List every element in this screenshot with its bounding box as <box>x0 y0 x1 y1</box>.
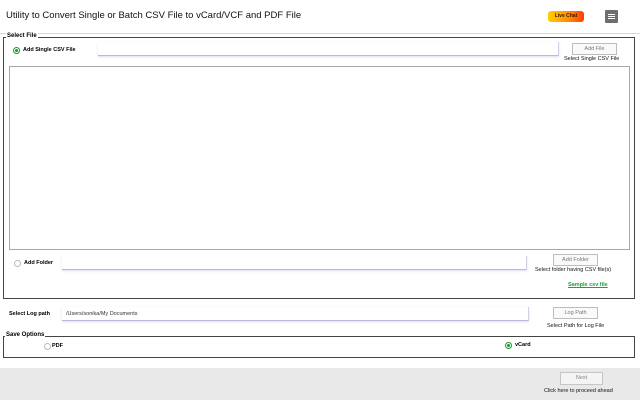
vcard-radio[interactable] <box>505 342 512 349</box>
csv-file-list[interactable] <box>9 66 630 250</box>
add-file-hint: Select Single CSV File <box>564 56 620 62</box>
log-path-button[interactable]: Log Path <box>553 307 598 319</box>
pdf-label: PDF <box>52 343 63 349</box>
log-path-hint: Select Path for Log File <box>547 323 605 329</box>
save-options-legend: Save Options <box>5 332 46 338</box>
single-csv-radio[interactable] <box>13 47 20 54</box>
sample-csv-link[interactable]: Sample csv file <box>568 282 608 288</box>
next-hint: Click here to proceed ahead <box>544 388 613 394</box>
single-csv-label: Add Single CSV File <box>23 47 76 53</box>
add-folder-radio[interactable] <box>14 260 21 267</box>
log-path-label: Select Log path <box>9 311 50 317</box>
vcard-label: vCard <box>515 342 531 348</box>
live-chat-button[interactable]: Live Chat <box>548 11 584 22</box>
log-path-input[interactable] <box>62 307 529 321</box>
folder-path-input[interactable] <box>62 256 527 270</box>
select-file-legend: Select File <box>6 33 38 39</box>
add-folder-hint: Select folder having CSV file(s) <box>535 267 612 273</box>
pdf-radio[interactable] <box>44 343 51 350</box>
hamburger-menu-icon[interactable] <box>605 10 618 23</box>
save-options-group <box>3 336 635 358</box>
app-title: Utility to Convert Single or Batch CSV F… <box>6 10 302 21</box>
single-csv-path-input[interactable] <box>98 42 559 56</box>
add-folder-button[interactable]: Add Folder <box>553 254 598 266</box>
add-folder-label: Add Folder <box>24 260 54 266</box>
footer-bar <box>0 368 640 400</box>
add-file-button[interactable]: Add File <box>572 43 617 55</box>
next-button[interactable]: Next <box>560 372 603 385</box>
